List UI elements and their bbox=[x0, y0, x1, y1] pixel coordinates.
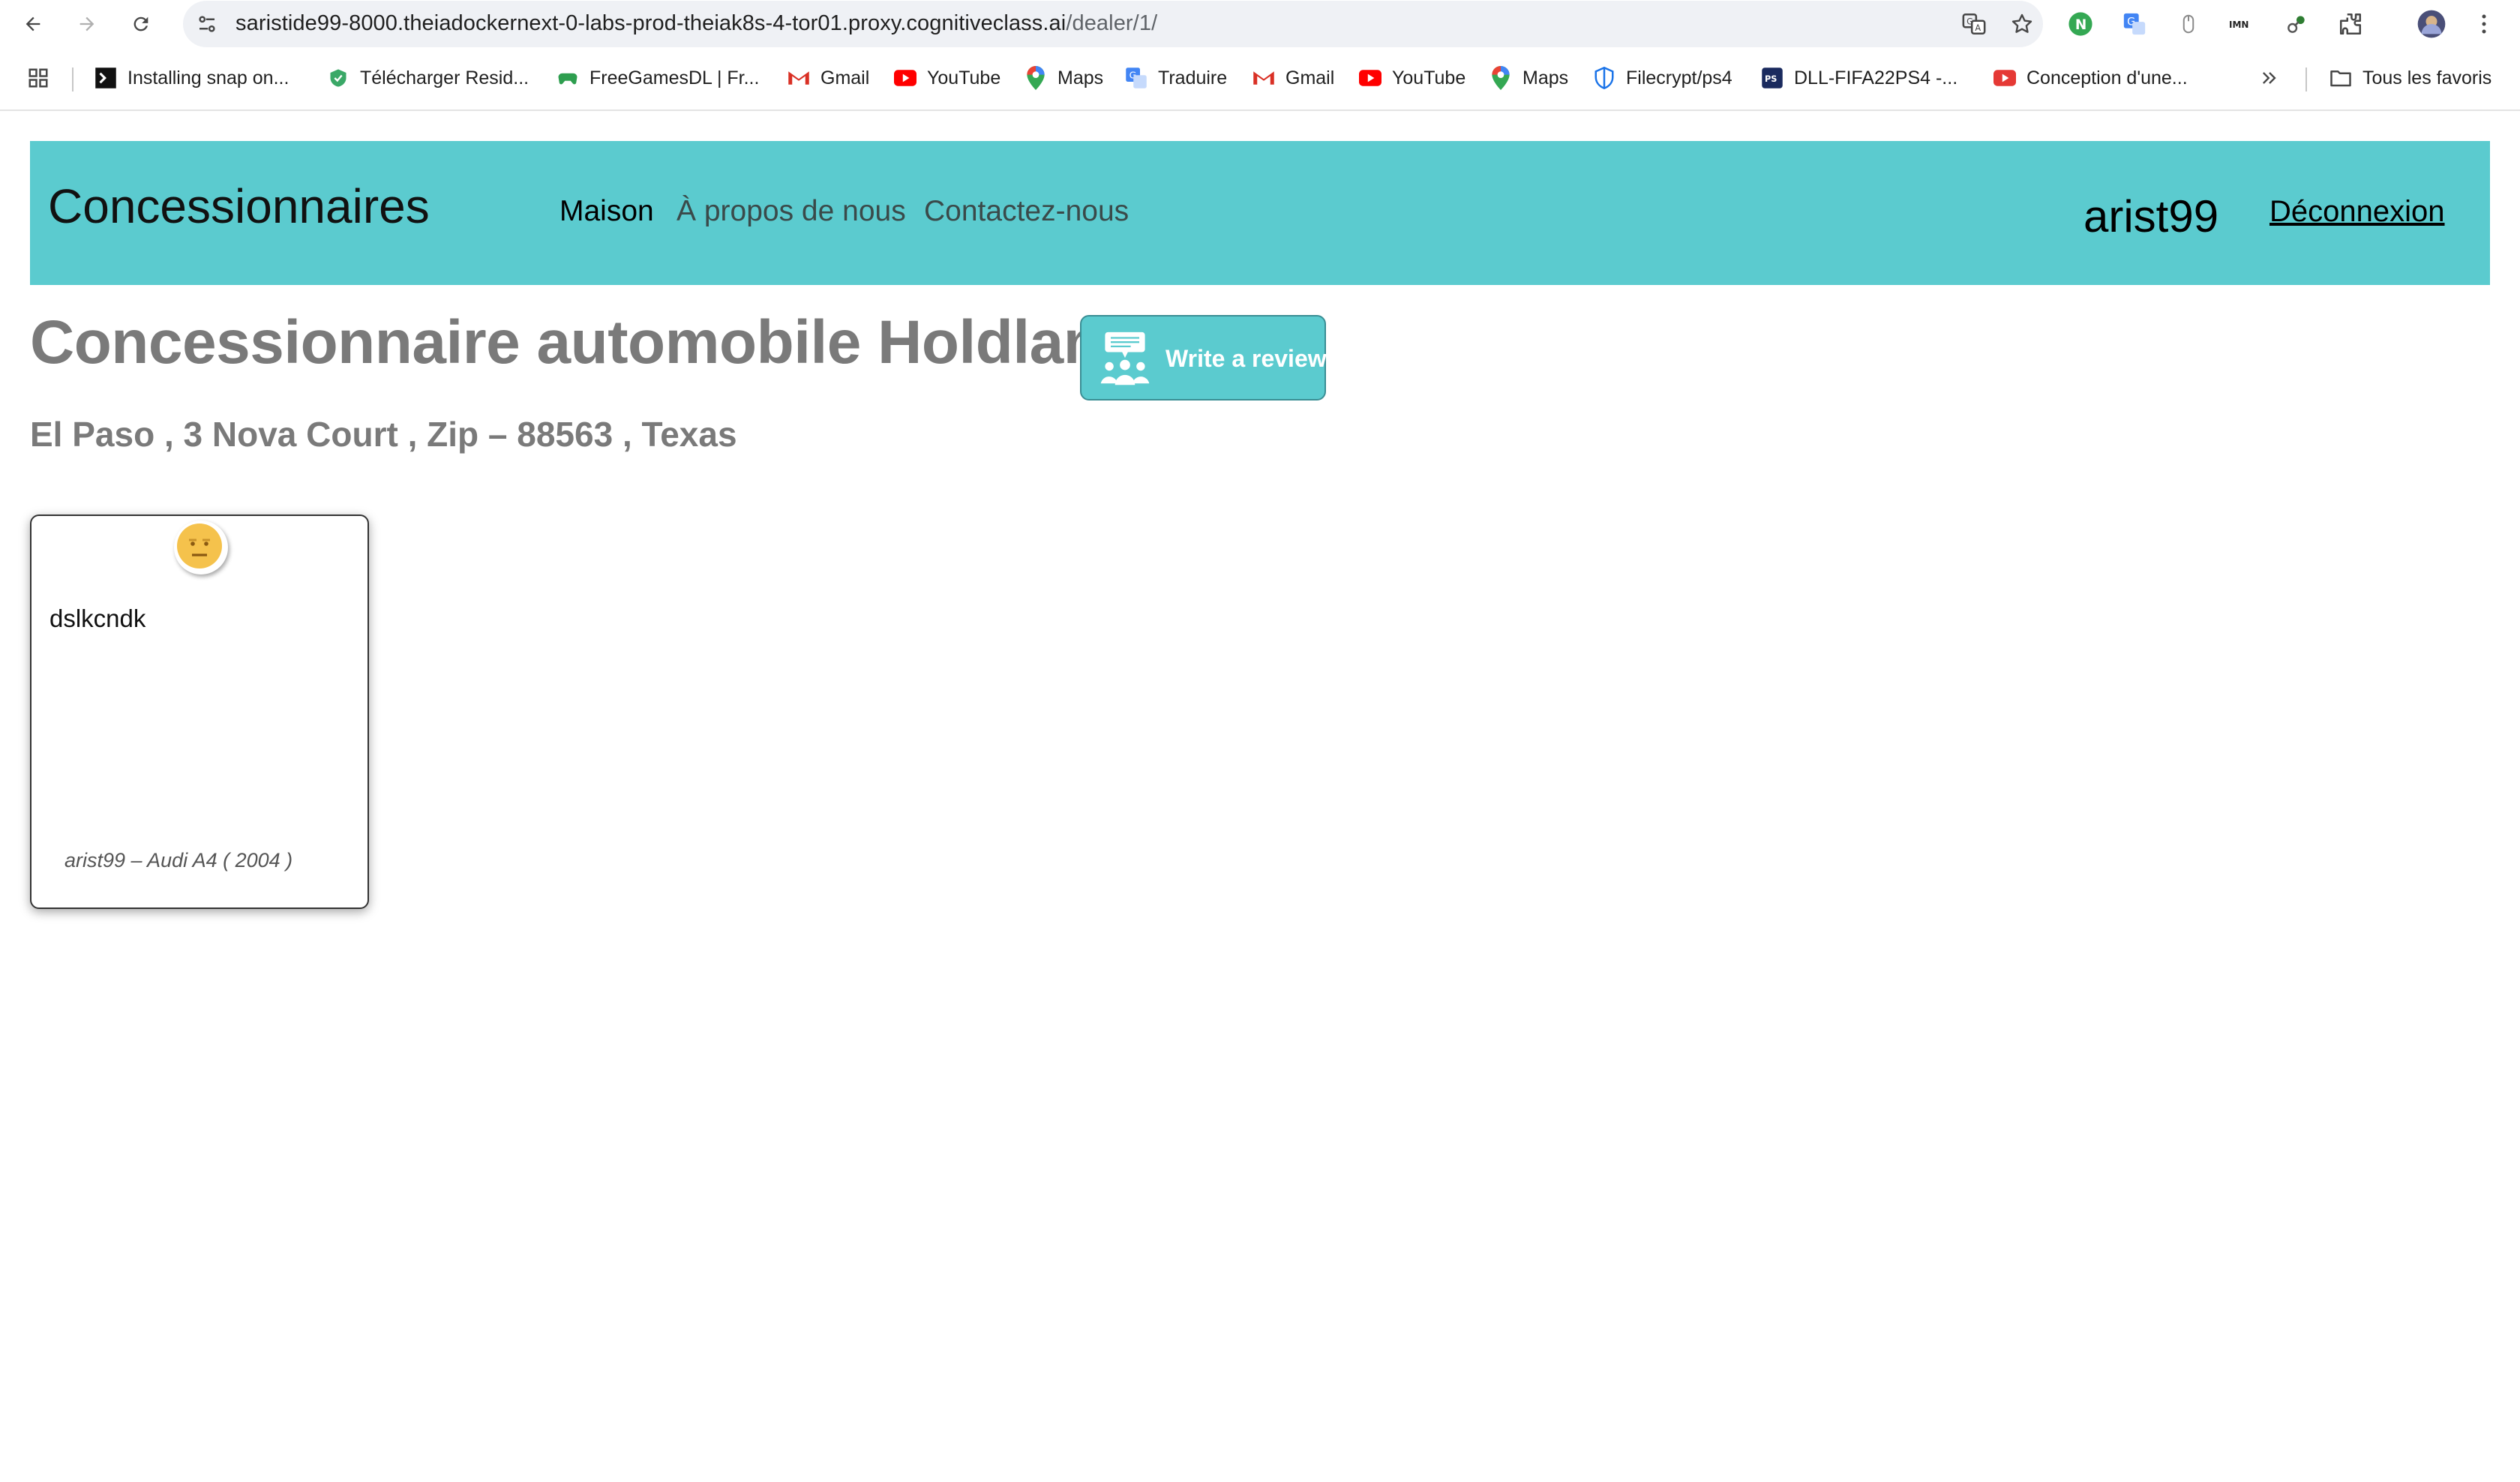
browser-toolbar: saristide99-8000.theiadockernext-0-labs-… bbox=[0, 0, 2520, 48]
maps-icon bbox=[1490, 66, 1512, 90]
bookmark-label: Conception d'une... bbox=[2026, 67, 2188, 88]
gamepad-icon bbox=[556, 67, 579, 89]
svg-text:A: A bbox=[1975, 22, 1981, 33]
bookmark-item[interactable]: Conception d'une... bbox=[1994, 63, 2188, 93]
bookmark-label: Filecrypt/ps4 bbox=[1626, 67, 1732, 88]
bookmark-item[interactable]: Gmail bbox=[1252, 63, 1334, 93]
nav-link-about[interactable]: À propos de nous bbox=[676, 195, 906, 228]
bookmark-item[interactable]: YouTube bbox=[894, 63, 1000, 93]
all-bookmarks-folder[interactable]: Tous les favoris bbox=[2330, 63, 2492, 93]
bookmark-item[interactable]: Maps bbox=[1024, 63, 1103, 93]
logout-link[interactable]: Déconnexion bbox=[2270, 195, 2445, 229]
bookmark-item[interactable]: Télécharger Resid... bbox=[327, 63, 529, 93]
apps-grid-button[interactable] bbox=[27, 63, 50, 93]
extensions-puzzle-icon[interactable] bbox=[2334, 8, 2367, 40]
shield-blue-icon bbox=[1593, 67, 1616, 89]
shield-green-icon bbox=[327, 67, 350, 89]
youtube-icon bbox=[1994, 67, 2016, 89]
bookmark-star-icon[interactable] bbox=[2006, 8, 2038, 40]
apps-grid-icon bbox=[28, 68, 48, 88]
bookmark-label: YouTube bbox=[927, 67, 1001, 88]
review-author-car: arist99 – Audi A4 ( 2004 ) bbox=[64, 849, 293, 872]
site-navbar: Concessionnaires Maison À propos de nous… bbox=[30, 141, 2490, 285]
logged-in-username: arist99 bbox=[2084, 191, 2219, 242]
bookmark-item[interactable]: YouTube bbox=[1359, 63, 1466, 93]
folder-icon bbox=[2330, 67, 2352, 89]
reload-button[interactable] bbox=[124, 8, 158, 40]
svg-text:IMN: IMN bbox=[2229, 20, 2248, 30]
bookmark-label: Maps bbox=[1522, 67, 1569, 88]
neutral-face-icon bbox=[174, 520, 228, 574]
gmail-icon bbox=[1252, 67, 1275, 89]
profile-avatar-icon[interactable] bbox=[2415, 8, 2448, 40]
address-bar[interactable]: saristide99-8000.theiadockernext-0-labs-… bbox=[183, 1, 2043, 47]
translate-icon: G bbox=[1125, 67, 1148, 89]
bookmark-item[interactable]: Filecrypt/ps4 bbox=[1593, 63, 1732, 93]
bookmark-label: DLL-FIFA22PS4 -... bbox=[1794, 67, 1958, 88]
bookmark-item[interactable]: Gmail bbox=[788, 63, 869, 93]
review-card: dslkcndk arist99 – Audi A4 ( 2004 ) bbox=[30, 514, 369, 909]
nav-link-home[interactable]: Maison bbox=[560, 195, 654, 228]
extension-tool-icon[interactable] bbox=[2280, 8, 2313, 40]
review-text: dslkcndk bbox=[50, 604, 146, 632]
bookmark-label: Télécharger Resid... bbox=[360, 67, 530, 88]
youtube-icon bbox=[894, 67, 916, 89]
bookmark-label: FreeGamesDL | Fr... bbox=[590, 67, 760, 88]
reload-icon bbox=[134, 16, 148, 32]
extension-mouse-icon[interactable] bbox=[2172, 8, 2205, 40]
more-bookmarks-button[interactable] bbox=[2259, 63, 2280, 93]
dealer-title: Concessionnaire automobile Holdlamis bbox=[30, 308, 1168, 376]
bookmark-item[interactable]: Maps bbox=[1490, 63, 1568, 93]
bookmark-item[interactable]: PS DLL-FIFA22PS4 -... bbox=[1761, 63, 1958, 93]
browser-menu-icon[interactable] bbox=[2468, 8, 2500, 40]
url-text[interactable]: saristide99-8000.theiadockernext-0-labs-… bbox=[236, 11, 1157, 36]
bookmark-label: YouTube bbox=[1392, 67, 1466, 88]
url-host: saristide99-8000.theiadockernext-0-labs-… bbox=[236, 11, 1066, 35]
bookmark-label: Maps bbox=[1058, 67, 1104, 88]
maps-icon bbox=[1024, 66, 1047, 90]
bookmark-label: Traduire bbox=[1158, 67, 1228, 88]
bookmark-label: Gmail bbox=[1286, 67, 1335, 88]
svg-text:N: N bbox=[2075, 17, 2086, 33]
bookmark-item[interactable]: FreeGamesDL | Fr... bbox=[556, 63, 759, 93]
back-arrow-icon bbox=[26, 16, 40, 32]
site-info-icon[interactable] bbox=[190, 8, 224, 40]
all-bookmarks-label: Tous les favoris bbox=[2362, 67, 2492, 88]
svg-text:PS: PS bbox=[1765, 74, 1777, 84]
extension-n-icon[interactable]: N bbox=[2064, 8, 2097, 40]
chevron-double-right-icon bbox=[2263, 72, 2276, 84]
dealer-address: El Paso , 3 Nova Court , Zip – 88563 , T… bbox=[30, 415, 737, 454]
bookmark-separator bbox=[2306, 68, 2307, 92]
extension-translate-icon[interactable]: G bbox=[2118, 8, 2151, 40]
bookmark-item[interactable]: G Traduire bbox=[1125, 63, 1227, 93]
nav-link-contact[interactable]: Contactez-nous bbox=[924, 195, 1129, 228]
forward-arrow-icon bbox=[80, 16, 94, 32]
ps-icon: PS bbox=[1761, 67, 1784, 89]
url-path: /dealer/1/ bbox=[1066, 11, 1158, 35]
gmail-icon bbox=[788, 67, 810, 89]
translate-page-icon[interactable]: GA bbox=[1958, 8, 1990, 40]
forward-button[interactable] bbox=[70, 8, 104, 40]
bookmark-separator bbox=[72, 68, 74, 92]
bookmark-label: Installing snap on... bbox=[128, 67, 290, 88]
site-brand[interactable]: Concessionnaires bbox=[48, 178, 430, 234]
back-button[interactable] bbox=[16, 8, 50, 40]
youtube-icon bbox=[1359, 67, 1382, 89]
write-review-label: Write a review bbox=[1166, 345, 1327, 372]
extension-imn-icon[interactable]: IMN bbox=[2226, 8, 2259, 40]
terminal-icon bbox=[94, 67, 117, 89]
review-group-icon bbox=[1100, 332, 1150, 386]
bookmarks-bar: Installing snap on... Télécharger Resid.… bbox=[0, 48, 2520, 111]
write-review-button[interactable]: Write a review bbox=[1080, 315, 1327, 400]
bookmark-label: Gmail bbox=[820, 67, 870, 88]
bookmark-item[interactable]: Installing snap on... bbox=[94, 63, 289, 93]
